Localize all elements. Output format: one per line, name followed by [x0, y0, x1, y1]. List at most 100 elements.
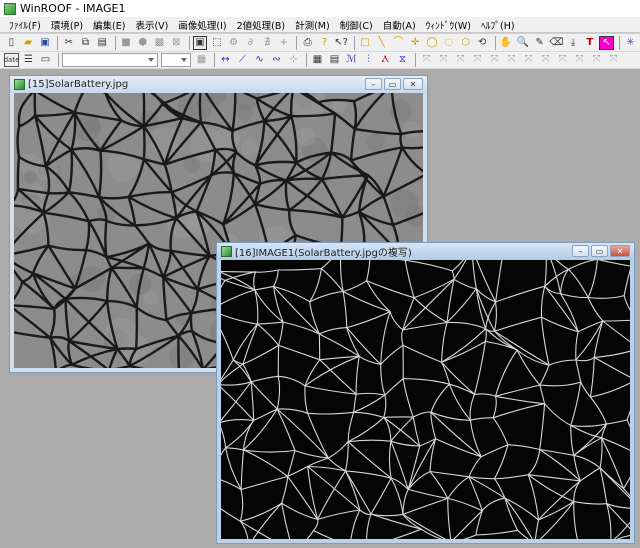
image-tool-1-icon[interactable]: ■: [119, 36, 134, 50]
grid-i-icon[interactable]: ⤧: [555, 53, 570, 67]
processed-image-canvas[interactable]: [221, 260, 630, 539]
polygon-icon[interactable]: ⬡: [458, 36, 473, 50]
hand-icon[interactable]: ✋: [499, 36, 514, 50]
grid-e-icon[interactable]: ⤧: [487, 53, 502, 67]
tool-a-icon[interactable]: ∂: [243, 36, 258, 50]
toolbar-separator: [619, 35, 620, 50]
frame-icon[interactable]: ▣: [192, 35, 208, 50]
grid-d-icon[interactable]: ⤧: [470, 53, 485, 67]
secondary-toolbar: date ☰ ▭ ▦ ↔ ⟋ ∿ ∾ ⊹ ▦ ▤ ℳ ⫶ Ⲁ ⧖ ⤧ ⤧ ⤧ ⤧…: [0, 52, 640, 69]
processed-image-titlebar[interactable]: [16]IMAGE1(SolarBattery.jpgの複写) – ▭ ✕: [217, 243, 634, 260]
grid-c-icon[interactable]: ⤧: [453, 53, 468, 67]
measure-c-icon[interactable]: Ⲁ: [378, 53, 393, 67]
maximize-button[interactable]: ▭: [591, 245, 608, 257]
measure-path-icon[interactable]: ∾: [269, 53, 284, 67]
text-icon[interactable]: T: [582, 36, 597, 50]
measure-angle-icon[interactable]: ⟋: [235, 53, 250, 67]
copy-icon[interactable]: ⧉: [78, 36, 93, 50]
polyline-icon[interactable]: ⌒: [391, 36, 406, 50]
measure-list-icon[interactable]: ▤: [327, 53, 342, 67]
crosshair-icon[interactable]: ✛: [408, 36, 423, 50]
menu-view[interactable]: 表示(V): [130, 18, 173, 32]
menu-bar: ﾌｧｲﾙ(F) 環境(P) 編集(E) 表示(V) 画像処理(I) 2値処理(B…: [0, 17, 640, 33]
grid-j-icon[interactable]: ⤧: [572, 53, 587, 67]
menu-measure[interactable]: 計測(M): [290, 18, 335, 32]
measure-table-icon[interactable]: ▦: [310, 53, 325, 67]
grid-l-icon[interactable]: ⤧: [606, 53, 621, 67]
original-image-titlebar[interactable]: [15]SolarBattery.jpg – ▭ ✕: [10, 76, 427, 93]
toolbar-separator: [58, 53, 59, 67]
apply-icon[interactable]: ▦: [194, 53, 209, 67]
lasso-icon[interactable]: ⟲: [475, 36, 490, 50]
font-combo[interactable]: [62, 53, 158, 67]
measure-b-icon[interactable]: ⫶: [361, 53, 376, 67]
ellipse-icon[interactable]: ◯: [425, 36, 440, 50]
maximize-button[interactable]: ▭: [384, 78, 401, 90]
arrow-select-icon[interactable]: ↖: [599, 35, 614, 50]
menu-help[interactable]: ﾍﾙﾌﾟ(H): [476, 18, 520, 32]
menu-file[interactable]: ﾌｧｲﾙ(F): [4, 18, 46, 32]
image-doc-icon: [221, 246, 232, 257]
gear-icon[interactable]: ⚙: [226, 36, 241, 50]
select-icon[interactable]: ⬚: [209, 36, 224, 50]
grid-h-icon[interactable]: ⤧: [538, 53, 553, 67]
toolbar-separator: [188, 35, 190, 50]
toolbar-separator: [494, 35, 496, 50]
image-tool-3-icon[interactable]: ▩: [152, 36, 167, 50]
measure-d-icon[interactable]: ⧖: [395, 53, 410, 67]
minimize-button[interactable]: –: [572, 245, 589, 257]
line-icon[interactable]: ╲: [374, 36, 389, 50]
tool-b-icon[interactable]: ∄: [260, 36, 275, 50]
pencil-icon[interactable]: ✎: [532, 36, 547, 50]
menu-window[interactable]: ｳｨﾝﾄﾞｳ(W): [421, 18, 476, 32]
menu-control[interactable]: 制御(C): [335, 18, 378, 32]
measure-h-icon[interactable]: ↔: [218, 53, 233, 67]
menu-auto[interactable]: 自動(A): [378, 18, 421, 32]
menu-binary-processing[interactable]: 2値処理(B): [232, 18, 290, 32]
help-icon[interactable]: ?: [317, 36, 332, 50]
measure-point-icon[interactable]: ⊹: [286, 53, 301, 67]
image-tool-2-icon[interactable]: ⬢: [135, 36, 150, 50]
close-button[interactable]: ✕: [403, 78, 423, 90]
grid-b-icon[interactable]: ⤧: [436, 53, 451, 67]
grid-g-icon[interactable]: ⤧: [521, 53, 536, 67]
measure-a-icon[interactable]: ℳ: [344, 53, 359, 67]
menu-edit[interactable]: 編集(E): [88, 18, 130, 32]
processed-image-title: [16]IMAGE1(SolarBattery.jpgの複写): [235, 248, 412, 259]
toolbar-separator: [306, 53, 307, 67]
edge-detected-image: [221, 260, 630, 539]
zoom-icon[interactable]: 🔍: [515, 36, 530, 50]
rect-select-icon[interactable]: □: [358, 36, 373, 50]
save-icon[interactable]: ▣: [38, 36, 53, 50]
grid-f-icon[interactable]: ⤧: [504, 53, 519, 67]
list-icon[interactable]: ☰: [21, 53, 36, 67]
plus-icon[interactable]: +: [276, 36, 291, 50]
date-icon[interactable]: date: [4, 53, 19, 67]
original-image-title: [15]SolarBattery.jpg: [28, 79, 129, 90]
toolbar-separator: [415, 53, 416, 67]
sparkle-icon[interactable]: ✳: [623, 36, 638, 50]
menu-environment[interactable]: 環境(P): [46, 18, 88, 32]
eraser-icon[interactable]: ⌫: [549, 36, 564, 50]
open-icon[interactable]: ▰: [21, 36, 36, 50]
print-icon[interactable]: ⎙: [300, 36, 315, 50]
processed-image-window[interactable]: [16]IMAGE1(SolarBattery.jpgの複写) – ▭ ✕: [216, 242, 635, 544]
close-button[interactable]: ✕: [610, 245, 630, 257]
measure-curve-icon[interactable]: ∿: [252, 53, 267, 67]
minimize-button[interactable]: –: [365, 78, 382, 90]
grid-a-icon[interactable]: ⤧: [419, 53, 434, 67]
menu-image-processing[interactable]: 画像処理(I): [173, 18, 231, 32]
freehand-icon[interactable]: ◌: [441, 36, 456, 50]
new-icon[interactable]: ▯: [4, 36, 19, 50]
grid-k-icon[interactable]: ⤧: [589, 53, 604, 67]
size-combo[interactable]: [161, 53, 191, 67]
toolbar-separator: [114, 35, 116, 50]
window-icon[interactable]: ▭: [38, 53, 53, 67]
toolbar-separator: [353, 35, 355, 50]
paste-icon[interactable]: ▤: [95, 36, 110, 50]
cut-icon[interactable]: ✂: [61, 36, 76, 50]
app-title: WinROOF - IMAGE1: [20, 2, 126, 15]
context-help-icon[interactable]: ↖?: [334, 36, 349, 50]
dropper-icon[interactable]: ⤓: [566, 36, 581, 50]
image-tool-4-icon[interactable]: ⊠: [169, 36, 184, 50]
